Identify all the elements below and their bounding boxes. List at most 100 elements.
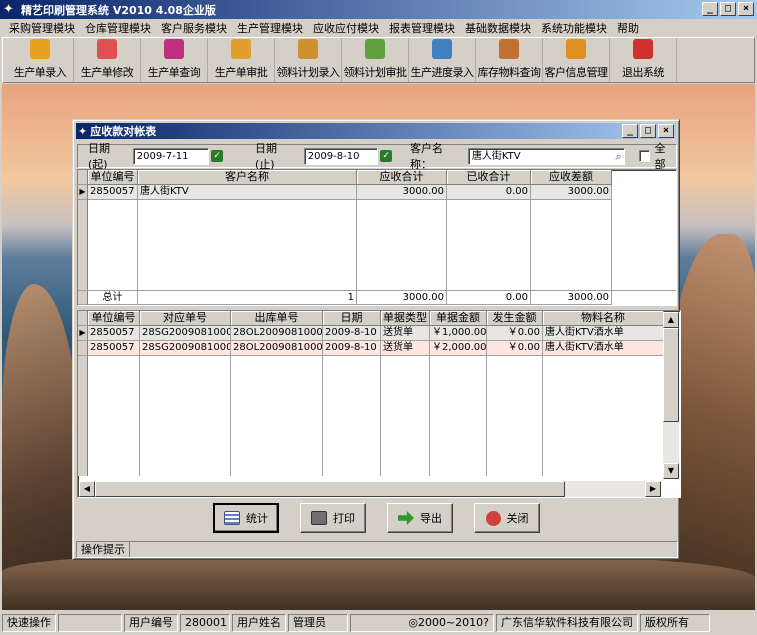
- detail-header-cell[interactable]: 单位编号: [88, 311, 140, 326]
- cell-diff: 3000.00: [531, 185, 612, 200]
- detail-header-cell[interactable]: 物料名称: [543, 311, 664, 326]
- summary-header-cell[interactable]: 客户名称: [138, 170, 357, 185]
- all-label: 全部: [654, 142, 666, 171]
- total-received: 0.00: [447, 291, 531, 305]
- material-plan-approve-icon: [365, 39, 385, 59]
- horizontal-scrollbar[interactable]: ◀ ▶: [79, 481, 661, 497]
- cell-date: 2009-8-10: [323, 341, 381, 356]
- toolbar-button[interactable]: 生产单查询: [141, 38, 208, 82]
- toolbar-button-label: 生产单审批: [214, 66, 268, 79]
- toolbar-button[interactable]: 生产单审批: [208, 38, 275, 82]
- export-button[interactable]: 导出: [387, 503, 453, 533]
- toolbar-button[interactable]: 领料计划审批: [342, 38, 409, 82]
- empty-rows: [78, 200, 676, 290]
- date-to-input[interactable]: 2009-8-10: [303, 147, 379, 165]
- user-name-value: 管理员: [288, 614, 348, 632]
- empty-cell: [88, 200, 138, 290]
- app-title: 精艺印刷管理系统 V2010 4.08企业版: [21, 3, 216, 17]
- empty-cell: [140, 356, 231, 476]
- detail-header-cell[interactable]: 日期: [323, 311, 381, 326]
- menu-item[interactable]: 仓库管理模块: [80, 20, 156, 36]
- detail-header-cell[interactable]: 发生金额: [487, 311, 543, 326]
- detail-grid: 单位编号 对应单号 出库单号 日期 单据类型 单据金额 发生金额 物料名称 ▶ …: [77, 310, 681, 498]
- detail-header-cell[interactable]: 单据类型: [381, 311, 430, 326]
- date-to-check-icon[interactable]: ✓: [380, 150, 392, 162]
- company-name: 广东信华软件科技有限公司: [496, 614, 638, 632]
- scroll-down-icon[interactable]: ▼: [663, 463, 679, 479]
- cell-outbound-no: 28OL200908100001: [231, 326, 323, 341]
- toolbar-button-label: 生产进度录入: [410, 66, 475, 79]
- receivables-dialog: ✦ 应收款对帐表 _ □ × 日期(起) 2009-7-11 ✓ 日期(止) 2…: [72, 119, 681, 560]
- cell-unit-no: 2850057: [88, 185, 138, 200]
- toolbar-button[interactable]: 领料计划录入: [275, 38, 342, 82]
- detail-header-cell[interactable]: 出库单号: [231, 311, 323, 326]
- toolbar-button[interactable]: 生产进度录入: [409, 38, 476, 82]
- table-row[interactable]: ▶ 2850057 唐人街KTV 3000.00 0.00 3000.00: [78, 185, 676, 200]
- minimize-button[interactable]: _: [702, 2, 718, 16]
- menu-item[interactable]: 报表管理模块: [384, 20, 460, 36]
- close-button[interactable]: 关闭: [474, 503, 540, 533]
- detail-header-cell[interactable]: 对应单号: [140, 311, 231, 326]
- cell-doc-type: 送货单: [381, 341, 430, 356]
- scroll-up-icon[interactable]: ▲: [663, 312, 679, 328]
- toolbar-button[interactable]: 生产单修改: [74, 38, 141, 82]
- quick-action-label[interactable]: 快速操作: [2, 614, 56, 632]
- filter-row: 日期(起) 2009-7-11 ✓ 日期(止) 2009-8-10 ✓ 客户名称…: [77, 142, 677, 171]
- all-checkbox[interactable]: [638, 150, 651, 162]
- menu-item[interactable]: 采购管理模块: [4, 20, 80, 36]
- progress-entry-icon: [432, 39, 452, 59]
- table-row[interactable]: ▶ 2850057 28SG200908100001 28OL200908100…: [78, 326, 680, 341]
- menu-item[interactable]: 生产管理模块: [232, 20, 308, 36]
- menu-item[interactable]: 系统功能模块: [536, 20, 612, 36]
- customer-info-icon: [566, 39, 586, 59]
- stat-button-label: 统计: [246, 512, 268, 525]
- hscroll-thumb[interactable]: [95, 481, 565, 497]
- toolbar-button[interactable]: 退出系统: [610, 38, 677, 82]
- close-window-button[interactable]: ×: [738, 2, 754, 16]
- search-icon[interactable]: ⌕: [615, 149, 621, 164]
- vertical-scrollbar[interactable]: ▲ ▼: [663, 312, 679, 479]
- close-button-label: 关闭: [506, 512, 529, 525]
- app-title-bar: ✦ 精艺印刷管理系统 V2010 4.08企业版 _ □ ×: [0, 0, 757, 19]
- row-pointer-icon: ▶: [78, 326, 88, 341]
- empty-cell: [138, 200, 357, 290]
- summary-grid: 单位编号 客户名称 应收合计 已收合计 应收差额 ▶ 2850057 唐人街KT…: [77, 169, 677, 306]
- scroll-right-icon[interactable]: ▶: [645, 481, 661, 497]
- cell-occur-amount: ￥0.00: [487, 326, 543, 341]
- stat-button[interactable]: 统计: [213, 503, 279, 533]
- dialog-title: 应收款对帐表: [90, 125, 157, 138]
- customer-input[interactable]: 唐人街KTV ⌕: [467, 147, 625, 165]
- date-from-input[interactable]: 2009-7-11: [132, 147, 210, 165]
- summary-header-cell[interactable]: 应收合计: [357, 170, 447, 185]
- date-from-check-icon[interactable]: ✓: [211, 150, 223, 162]
- toolbar-button-label: 生产单查询: [147, 66, 201, 79]
- toolbar-button[interactable]: 客户信息管理: [543, 38, 610, 82]
- toolbar-button[interactable]: 生产单录入: [7, 38, 74, 82]
- cell-customer: 唐人街KTV: [138, 185, 357, 200]
- dialog-maximize-button[interactable]: □: [640, 124, 656, 138]
- summary-header-cell[interactable]: 单位编号: [88, 170, 138, 185]
- table-row[interactable]: 2850057 28SG200908100002 28OL20090810000…: [78, 341, 680, 356]
- toolbar: 生产单录入 生产单修改 生产单查询 生产单审批 领料计划录入 领料计划审批 生产进度录入 库存…: [2, 37, 755, 83]
- menu-item[interactable]: 应收应付模块: [308, 20, 384, 36]
- toolbar-button[interactable]: 库存物料查询: [476, 38, 543, 82]
- detail-header-cell[interactable]: 单据金额: [430, 311, 487, 326]
- user-no-value: 280001: [180, 614, 230, 632]
- toolbar-button-label: 领料计划审批: [343, 66, 408, 79]
- maximize-button[interactable]: □: [720, 2, 736, 16]
- dialog-minimize-button[interactable]: _: [622, 124, 638, 138]
- menu-item[interactable]: 客户服务模块: [156, 20, 232, 36]
- summary-header-cell[interactable]: 应收差额: [531, 170, 612, 185]
- scroll-left-icon[interactable]: ◀: [79, 481, 95, 497]
- empty-cell: [357, 200, 447, 290]
- menu-item[interactable]: 帮助: [612, 20, 644, 36]
- cell-unit-no: 2850057: [88, 341, 140, 356]
- scroll-thumb[interactable]: [663, 328, 679, 422]
- empty-rows: [78, 356, 680, 476]
- menu-item[interactable]: 基础数据模块: [460, 20, 536, 36]
- summary-header-cell[interactable]: 已收合计: [447, 170, 531, 185]
- dialog-close-button[interactable]: ×: [658, 124, 674, 138]
- print-button[interactable]: 打印: [300, 503, 366, 533]
- dialog-window-controls: _ □ ×: [622, 124, 674, 138]
- arrow-right-icon: [398, 511, 414, 525]
